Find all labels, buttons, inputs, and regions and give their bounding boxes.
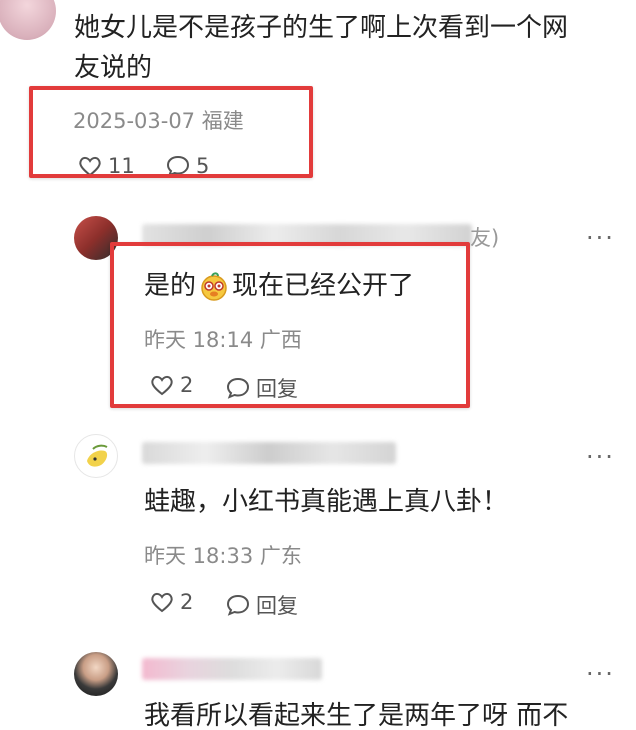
heart-icon xyxy=(151,592,173,613)
comment-text-line-1: 她女儿是不是孩子的生了啊上次看到一个网 xyxy=(74,13,569,43)
more-options-button[interactable]: ··· xyxy=(586,443,615,471)
reply-text: 蛙趣，小红书真能遇上真八卦！ xyxy=(144,487,509,517)
username-blurred xyxy=(142,658,322,680)
comment-text-line-2: 友说的 xyxy=(74,53,153,83)
more-options-button[interactable]: ··· xyxy=(586,660,615,688)
username-blurred xyxy=(142,442,396,464)
like-count: 2 xyxy=(180,590,194,614)
more-options-button[interactable]: ··· xyxy=(586,224,615,252)
highlight-box xyxy=(29,86,313,178)
comment-bubble-icon xyxy=(226,594,250,616)
avatar-icon xyxy=(87,444,108,467)
reply-label: 回复 xyxy=(256,594,298,618)
username-tail: 友) xyxy=(470,226,500,250)
reply-button[interactable]: 回复 xyxy=(226,590,298,620)
avatar-reply-3[interactable] xyxy=(74,652,118,696)
avatar-commenter-1[interactable] xyxy=(0,0,56,40)
highlight-box xyxy=(110,242,470,408)
avatar-reply-2[interactable] xyxy=(74,434,118,478)
reply-text: 我看所以看起来生了是两年了呀 而不 xyxy=(144,701,569,730)
like-button[interactable]: 2 xyxy=(150,590,193,614)
reply-meta: 昨天 18:33 广东 xyxy=(144,544,302,568)
